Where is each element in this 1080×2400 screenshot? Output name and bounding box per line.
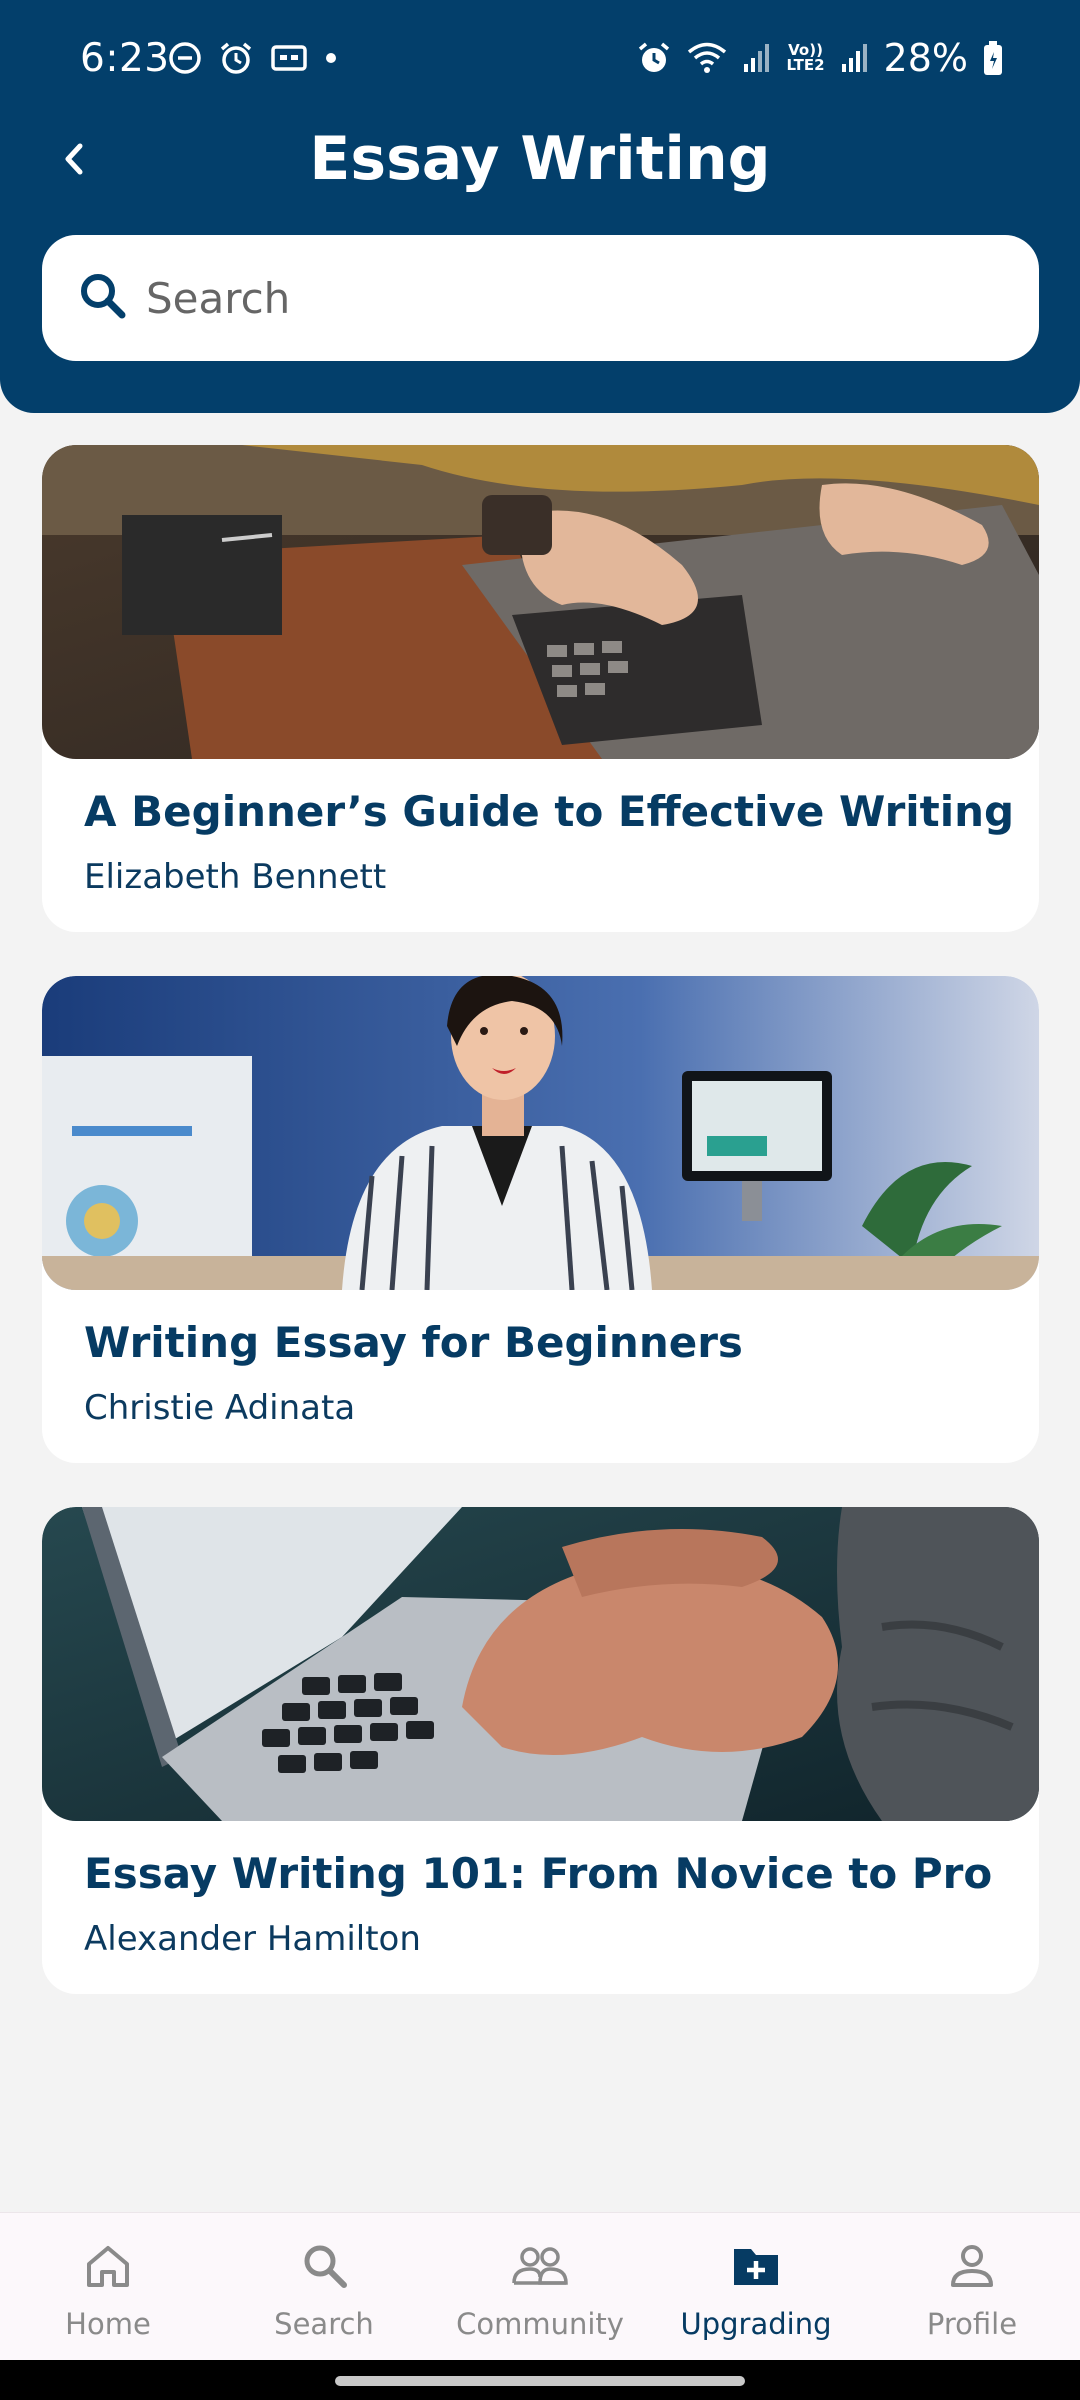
signal-icon [840,42,870,74]
course-thumbnail [42,445,1039,759]
bottom-navigation: Home Search Community Upgrading Profile [0,2212,1080,2360]
course-author: Elizabeth Bennett [84,857,387,897]
course-card[interactable]: Writing Essay for Beginners Christie Adi… [42,976,1039,1463]
nav-item-community[interactable]: Community [432,2213,648,2361]
home-icon [83,2241,133,2291]
course-title[interactable]: Essay Writing 101: From Novice to Pro [84,1849,1004,1898]
community-icon [510,2241,570,2291]
battery-icon [982,40,1004,76]
nav-label: Profile [926,2307,1018,2341]
alarm-icon [636,40,672,76]
course-thumbnail [42,1507,1039,1821]
search-box[interactable] [42,235,1039,361]
nav-label: Upgrading [680,2307,832,2341]
profile-icon [947,2241,997,2291]
course-card[interactable]: Essay Writing 101: From Novice to Pro Al… [42,1507,1039,1994]
nav-label: Home [65,2307,151,2341]
nav-label: Community [456,2307,624,2341]
search-icon [299,2241,349,2291]
search-icon [78,271,128,325]
wifi-icon [686,40,728,76]
do-not-disturb-icon [168,41,202,75]
alarm-icon [218,40,254,76]
gesture-bar [0,2360,1080,2400]
nav-item-search[interactable]: Search [216,2213,432,2361]
status-time: 6:23 [80,36,170,81]
course-author: Alexander Hamilton [84,1919,421,1959]
folder-plus-icon [731,2241,781,2291]
dot-icon [324,51,338,65]
header: 6:23 Vo)) LTE2 28% Essay Writing Search [0,0,1080,413]
course-author: Christie Adinata [84,1388,356,1428]
course-card[interactable]: A Beginner’s Guide to Effective Writing … [42,445,1039,932]
status-left-icons [168,40,338,76]
nav-label: Search [274,2307,374,2341]
course-title[interactable]: A Beginner’s Guide to Effective Writing [84,787,1014,836]
screen: 6:23 Vo)) LTE2 28% Essay Writing Search … [0,0,1080,2400]
nav-item-profile[interactable]: Profile [864,2213,1080,2361]
page-title: Essay Writing [309,124,771,194]
home-gesture-handle[interactable] [335,2376,745,2386]
signal-icon [742,42,772,74]
course-title[interactable]: Writing Essay for Beginners [84,1318,1004,1367]
course-thumbnail [42,976,1039,1290]
battery-percent: 28% [883,36,968,80]
volte-icon: Vo)) LTE2 [786,41,825,74]
nav-item-home[interactable]: Home [0,2213,216,2361]
search-input[interactable] [146,257,1006,339]
nav-item-upgrading[interactable]: Upgrading [648,2213,864,2361]
status-bar: 6:23 Vo)) LTE2 28% [0,0,1080,120]
cast-icon [270,43,308,73]
status-right-icons: Vo)) LTE2 28% [636,36,1004,80]
